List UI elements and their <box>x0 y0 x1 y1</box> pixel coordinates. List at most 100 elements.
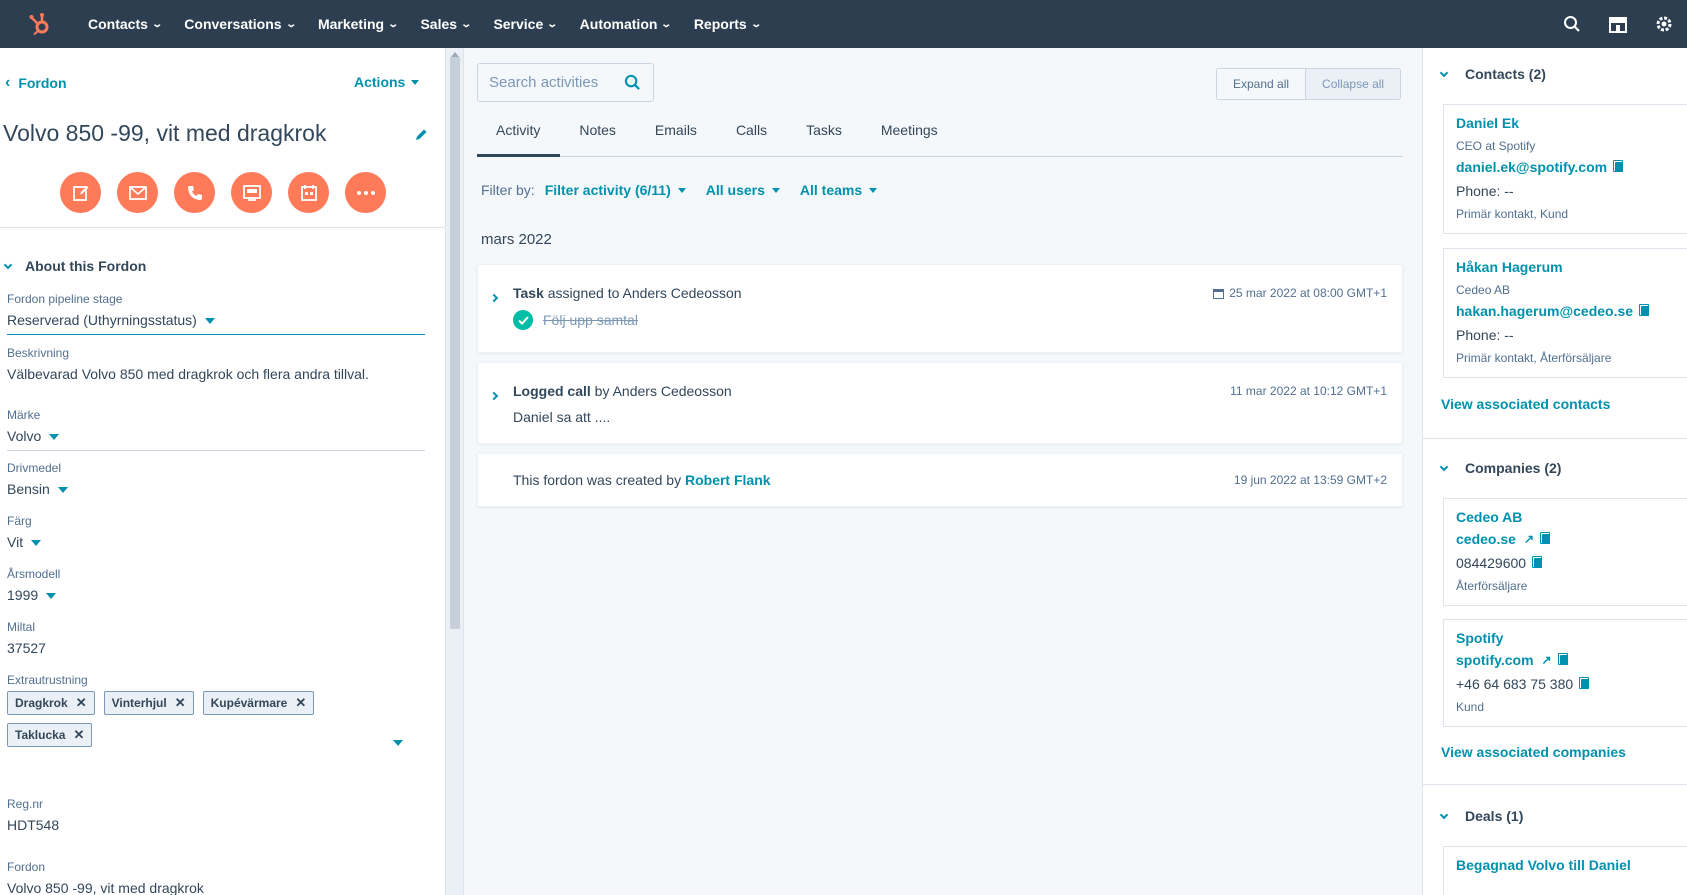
close-icon[interactable]: ✕ <box>295 695 306 711</box>
call-button[interactable] <box>174 172 215 213</box>
left-scrollbar[interactable] <box>446 48 464 895</box>
tab-meetings[interactable]: Meetings <box>862 112 958 156</box>
marketplace-icon[interactable] <box>1595 0 1641 48</box>
close-icon[interactable]: ✕ <box>76 695 87 711</box>
nav-automation[interactable]: Automation ⌄ <box>572 16 686 32</box>
actions-dropdown[interactable]: Actions <box>354 74 420 90</box>
chevron-down-icon <box>1439 810 1449 819</box>
author-link[interactable]: Robert Flank <box>685 472 771 488</box>
check-circle-icon[interactable] <box>513 310 533 330</box>
back-link[interactable]: ‹ Fordon <box>5 74 67 92</box>
scroll-thumb[interactable] <box>450 57 460 629</box>
search-icon[interactable] <box>1549 0 1595 48</box>
external-link-icon[interactable]: ↗ <box>1524 532 1534 546</box>
nav-sales[interactable]: Sales ⌄ <box>412 16 485 32</box>
about-section-toggle[interactable]: About this Fordon <box>3 258 146 274</box>
close-icon[interactable]: ✕ <box>175 695 186 711</box>
extras-field: Extrautrustning Dragkrok ✕ Vinterhjul ✕ Ku… <box>7 673 425 747</box>
chevron-down-icon: ⌄ <box>660 19 673 30</box>
pencil-icon[interactable] <box>414 128 428 147</box>
field-value: Reserverad (Uthyrningsstatus) <box>7 312 197 328</box>
view-associated-companies-link[interactable]: View associated companies <box>1441 744 1626 760</box>
more-button[interactable] <box>345 172 386 213</box>
hubspot-logo-icon[interactable] <box>0 0 80 48</box>
email-button[interactable] <box>117 172 158 213</box>
company-type: Kund <box>1456 700 1485 714</box>
tab-activity[interactable]: Activity <box>477 112 561 157</box>
collapse-all-button[interactable]: Collapse all <box>1305 69 1401 99</box>
filter-activity-label: Filter activity (6/11) <box>544 182 671 198</box>
call-activity-card[interactable]: Logged call by Anders Cedeosson 11 mar 2… <box>477 362 1403 444</box>
filter-activity-dropdown[interactable]: Filter activity (6/11) <box>545 182 686 198</box>
field-label: Beskrivning <box>7 346 70 360</box>
contact-name-link[interactable]: Daniel Ek <box>1456 115 1687 131</box>
pipeline-stage-select[interactable]: Reserverad (Uthyrningsstatus) <box>7 312 425 335</box>
tab-calls[interactable]: Calls <box>717 112 787 156</box>
reg-value[interactable]: HDT548 <box>7 817 425 833</box>
external-link-icon[interactable]: ↗ <box>1542 653 1552 667</box>
task-button[interactable] <box>288 172 329 213</box>
year-field: Årsmodell 1999 <box>7 567 425 603</box>
make-select[interactable]: Volvo <box>7 428 425 451</box>
contact-labels: Primär kontakt, Återförsäljare <box>1456 351 1612 365</box>
copy-icon[interactable] <box>1613 160 1624 172</box>
caret-down-icon <box>771 187 780 193</box>
company-name-link[interactable]: Cedeo AB <box>1456 509 1687 525</box>
contacts-section-toggle[interactable]: Contacts (2) <box>1439 66 1546 82</box>
contact-email[interactable]: daniel.ek@spotify.com <box>1456 159 1687 175</box>
deal-name-link[interactable]: Begagnad Volvo till Daniel <box>1456 857 1687 873</box>
close-icon[interactable]: ✕ <box>73 727 84 743</box>
caret-down-icon[interactable] <box>393 740 403 746</box>
search-activities-input[interactable]: Search activities <box>477 63 654 102</box>
tag: Taklucka ✕ <box>7 723 93 747</box>
field-value: HDT548 <box>7 817 60 833</box>
field-label: Fordon pipeline stage <box>7 292 123 306</box>
nav-service[interactable]: Service ⌄ <box>485 16 571 32</box>
description-value[interactable]: Välbevarad Volvo 850 med dragkrok och fl… <box>7 366 425 382</box>
nav-reports[interactable]: Reports ⌄ <box>686 16 775 32</box>
all-teams-dropdown[interactable]: All teams <box>800 182 878 198</box>
copy-icon[interactable] <box>1557 653 1568 665</box>
company-domain[interactable]: cedeo.se ↗ <box>1456 531 1687 547</box>
chevron-right-icon[interactable] <box>489 386 499 404</box>
company-domain[interactable]: spotify.com ↗ <box>1456 652 1687 668</box>
tab-notes[interactable]: Notes <box>560 112 636 156</box>
reg-field: Reg.nr HDT548 <box>7 797 425 833</box>
copy-icon[interactable] <box>1532 556 1543 568</box>
caret-down-icon <box>411 79 420 85</box>
chevron-right-icon[interactable] <box>489 288 499 306</box>
caret-down-icon <box>677 187 686 193</box>
nav-contacts[interactable]: Contacts ⌄ <box>80 16 176 32</box>
all-users-dropdown[interactable]: All users <box>706 182 780 198</box>
field-label: Årsmodell <box>7 567 61 581</box>
contact-name-link[interactable]: Håkan Hagerum <box>1456 259 1687 275</box>
fuel-select[interactable]: Bensin <box>7 481 425 497</box>
mileage-value[interactable]: 37527 <box>7 640 425 656</box>
deals-section-toggle[interactable]: Deals (1) <box>1439 808 1523 824</box>
task-activity-card[interactable]: Task assigned to Anders Cedeosson 25 mar… <box>477 264 1403 353</box>
company-name-link[interactable]: Spotify <box>1456 630 1687 646</box>
note-button[interactable] <box>60 172 101 213</box>
expand-collapse-group: Expand all Collapse all <box>1216 68 1402 100</box>
copy-icon[interactable] <box>1579 677 1590 689</box>
copy-icon[interactable] <box>1639 304 1650 316</box>
copy-icon[interactable] <box>1540 532 1550 544</box>
created-text: This fordon was created by <box>513 472 685 488</box>
view-associated-contacts-link[interactable]: View associated contacts <box>1441 396 1610 412</box>
nav-marketing[interactable]: Marketing ⌄ <box>310 16 413 32</box>
color-select[interactable]: Vit <box>7 534 425 550</box>
tab-tasks[interactable]: Tasks <box>787 112 862 156</box>
extras-tag-list[interactable]: Dragkrok ✕ Vinterhjul ✕ Kupévärmare ✕ Taklu… <box>7 691 367 747</box>
card-title: Task assigned to Anders Cedeosson <box>513 285 742 301</box>
settings-icon[interactable] <box>1641 0 1687 48</box>
year-select[interactable]: 1999 <box>7 587 425 603</box>
tab-emails[interactable]: Emails <box>636 112 717 156</box>
log-activity-button[interactable] <box>231 172 272 213</box>
contact-email[interactable]: hakan.hagerum@cedeo.se <box>1456 303 1687 319</box>
expand-all-button[interactable]: Expand all <box>1217 69 1306 99</box>
companies-section-toggle[interactable]: Companies (2) <box>1439 460 1561 476</box>
date-text: 25 mar 2022 at 08:00 GMT+1 <box>1229 286 1387 300</box>
nav-conversations[interactable]: Conversations ⌄ <box>176 16 310 32</box>
fordon-value[interactable]: Volvo 850 -99, vit med dragkrok <box>7 880 425 895</box>
field-label: Miltal <box>7 620 36 634</box>
